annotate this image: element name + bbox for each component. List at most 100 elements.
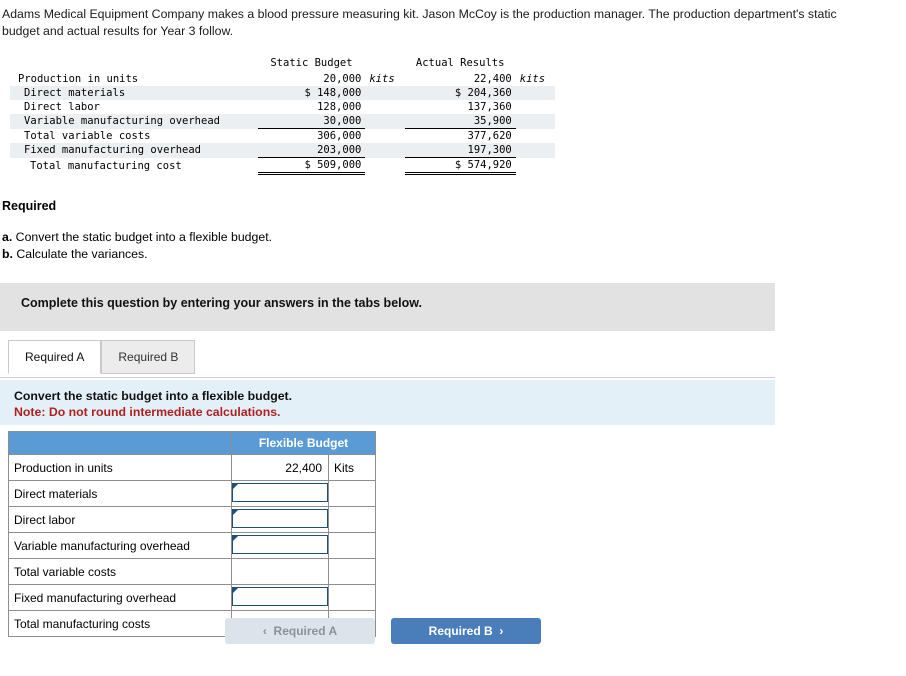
budget-header-actual: Actual Results bbox=[415, 57, 505, 69]
budget-header-static-unit bbox=[365, 56, 404, 72]
answer-row-label: Direct labor bbox=[8, 506, 232, 533]
row-static-unit bbox=[365, 86, 405, 100]
table-row: Total manufacturing cost $ 509,000 $ 574… bbox=[10, 157, 555, 175]
table-row: Production in units 20,000 kits 22,400 k… bbox=[10, 72, 555, 86]
required-item-b: b. Calculate the variances. bbox=[2, 247, 148, 261]
answer-row-unit bbox=[328, 532, 376, 559]
table-row: Direct labor 128,000 137,360 bbox=[10, 100, 555, 114]
row-actual-value: 22,400 bbox=[473, 73, 512, 85]
row-actual-value: 137,360 bbox=[467, 101, 512, 113]
direct-labor-input[interactable] bbox=[232, 509, 328, 528]
answer-table-body: Flexible Budget Production in units 22,4… bbox=[8, 431, 376, 637]
cell-marker-icon bbox=[233, 588, 238, 593]
row-actual-unit: kits bbox=[519, 73, 546, 85]
row-static-value: 306,000 bbox=[257, 128, 366, 143]
table-row: Variable manufacturing overhead 30,000 3… bbox=[10, 114, 555, 129]
required-heading: Required bbox=[2, 199, 57, 213]
previous-required-a-button[interactable]: ‹ Required A bbox=[225, 618, 375, 644]
previous-button-label: Required A bbox=[273, 624, 338, 638]
input-wrapper bbox=[232, 587, 328, 608]
row-actual-unit bbox=[515, 114, 555, 129]
required-item-a-marker: a. bbox=[2, 230, 13, 244]
problem-statement: Adams Medical Equipment Company makes a … bbox=[2, 7, 837, 38]
required-item-b-text: Calculate the variances. bbox=[12, 247, 148, 261]
row-label: Direct labor bbox=[24, 101, 100, 113]
input-wrapper bbox=[232, 509, 328, 530]
row-static-unit bbox=[365, 158, 404, 174]
direct-materials-input[interactable] bbox=[232, 483, 328, 502]
row-static-value: 203,000 bbox=[257, 143, 366, 158]
answer-row-unit bbox=[328, 506, 376, 533]
chevron-left-icon: ‹ bbox=[262, 624, 267, 638]
answer-header-blank bbox=[8, 431, 232, 455]
answer-row-value[interactable] bbox=[231, 532, 329, 559]
exercise-page: Adams Medical Equipment Company makes a … bbox=[0, 0, 906, 676]
row-label: Total manufacturing cost bbox=[30, 159, 182, 172]
input-wrapper bbox=[232, 535, 328, 556]
tab-required-a[interactable]: Required A bbox=[8, 340, 102, 374]
answer-row-unit bbox=[328, 584, 376, 611]
row-static-unit bbox=[365, 143, 405, 158]
variable-manufacturing-overhead-input[interactable] bbox=[232, 535, 328, 554]
row-label: Total variable costs bbox=[24, 129, 151, 142]
next-required-b-button[interactable]: Required B › bbox=[391, 618, 541, 644]
answer-row-value[interactable] bbox=[231, 584, 329, 611]
answer-row-label: Production in units bbox=[8, 454, 232, 481]
budget-header-actual-unit bbox=[516, 56, 555, 72]
answer-row-label: Total manufacturing costs bbox=[8, 610, 232, 637]
instructions-banner-text: Complete this question by entering your … bbox=[21, 296, 422, 310]
budget-header-static: Static Budget bbox=[270, 57, 353, 69]
row-label: Direct materials bbox=[10, 86, 258, 100]
answer-row-label: Direct materials bbox=[8, 480, 232, 507]
answer-row-label: Total variable costs bbox=[8, 558, 232, 585]
table-row: Variable manufacturing overhead bbox=[8, 532, 376, 559]
table-row: Total variable costs bbox=[8, 558, 376, 585]
budget-table-body: Static Budget Actual Results Production … bbox=[10, 56, 555, 175]
answer-row-label: Fixed manufacturing overhead bbox=[8, 584, 232, 611]
required-item-a: a. Convert the static budget into a flex… bbox=[2, 230, 272, 244]
row-static-unit bbox=[365, 100, 404, 114]
tab-required-b[interactable]: Required B bbox=[101, 340, 196, 374]
row-actual-value: $ 204,360 bbox=[404, 86, 516, 100]
row-static-unit bbox=[365, 129, 404, 144]
table-row: Direct materials $ 148,000 $ 204,360 bbox=[10, 86, 555, 100]
row-static-value: 30,000 bbox=[257, 114, 366, 129]
row-static-value: $ 509,000 bbox=[257, 157, 366, 175]
chevron-right-icon: › bbox=[499, 624, 504, 638]
row-label: Fixed manufacturing overhead bbox=[10, 143, 258, 158]
row-label: Production in units bbox=[18, 73, 139, 85]
answer-table-header-row: Flexible Budget bbox=[8, 431, 376, 455]
input-wrapper bbox=[232, 483, 328, 504]
row-actual-value: 35,900 bbox=[404, 114, 516, 129]
answer-row-unit bbox=[328, 558, 376, 585]
row-actual-value: 377,620 bbox=[404, 128, 516, 143]
row-static-value: 20,000 bbox=[323, 73, 362, 85]
budget-header-blank bbox=[10, 56, 258, 72]
answer-row-value[interactable] bbox=[231, 506, 329, 533]
row-static-unit bbox=[365, 114, 405, 129]
answer-row-value bbox=[231, 558, 329, 585]
row-static-value: 128,000 bbox=[317, 101, 362, 113]
answer-row-value[interactable] bbox=[231, 480, 329, 507]
flexible-budget-answer-table: Flexible Budget Production in units 22,4… bbox=[8, 431, 376, 637]
table-row: Direct materials bbox=[8, 480, 376, 507]
question-instruction-note: Note: Do not round intermediate calculat… bbox=[14, 405, 281, 419]
answer-row-label: Variable manufacturing overhead bbox=[8, 532, 232, 559]
budget-table-header-row: Static Budget Actual Results bbox=[10, 56, 555, 72]
fixed-manufacturing-overhead-input[interactable] bbox=[232, 587, 328, 606]
row-static-unit: kits bbox=[369, 73, 395, 85]
answer-row-unit bbox=[328, 480, 376, 507]
required-item-b-marker: b. bbox=[2, 247, 13, 261]
row-actual-unit bbox=[515, 86, 555, 100]
tab-bar: Required A Required B bbox=[8, 340, 196, 374]
row-actual-unit bbox=[516, 100, 555, 114]
answer-row-unit: Kits bbox=[328, 454, 376, 481]
table-row: Production in units 22,400 Kits bbox=[8, 454, 376, 481]
row-static-value: $ 148,000 bbox=[257, 86, 366, 100]
total-variable-costs-value bbox=[232, 569, 328, 574]
static-budget-actual-results-table: Static Budget Actual Results Production … bbox=[10, 56, 555, 175]
cell-marker-icon bbox=[233, 484, 238, 489]
answer-row-value: 22,400 bbox=[231, 454, 329, 481]
tab-divider bbox=[0, 377, 775, 378]
row-actual-unit bbox=[515, 143, 555, 158]
